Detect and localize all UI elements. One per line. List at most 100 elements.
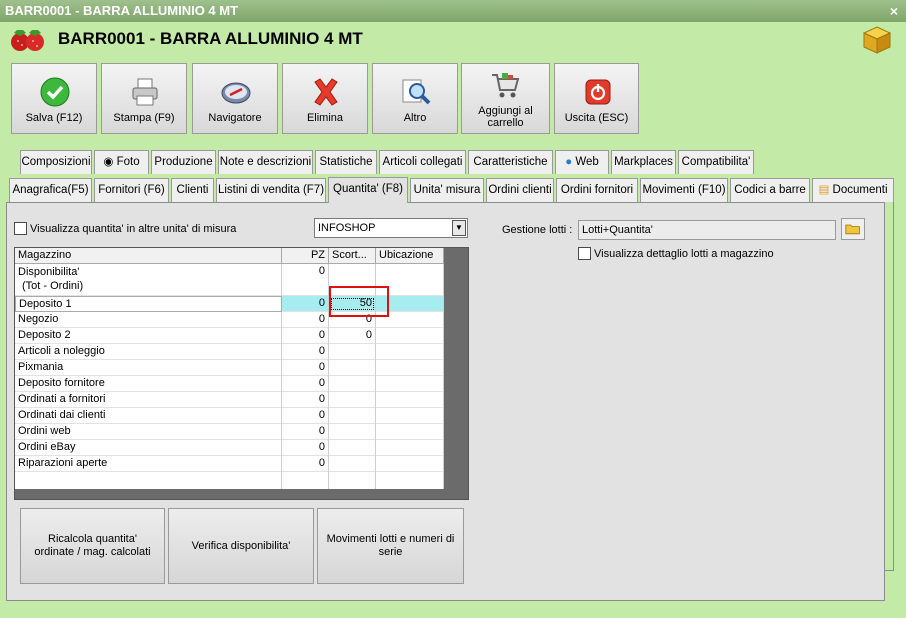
recalc-button[interactable]: Ricalcola quantita' ordinate / mag. calc… — [20, 508, 165, 584]
tab-listini-vendita[interactable]: Listini di vendita (F7) — [216, 178, 326, 202]
navigator-button[interactable]: Navigatore — [192, 63, 278, 134]
row-name: Deposito 2 — [15, 328, 282, 344]
check-icon — [40, 77, 70, 107]
tab-clienti[interactable]: Clienti — [171, 178, 214, 202]
tab-codici-barre[interactable]: Codici a barre — [730, 178, 810, 202]
power-icon — [585, 79, 611, 105]
row-name: Pixmania — [15, 360, 282, 376]
tab-foto[interactable]: ◉ Foto — [94, 150, 149, 174]
row-scorta[interactable] — [329, 408, 376, 424]
tab-markplaces[interactable]: Markplaces — [611, 150, 676, 174]
row-name: Riparazioni aperte — [15, 456, 282, 472]
row-name: Deposito fornitore — [15, 376, 282, 392]
stock-grid-body: Magazzino PZ Scort... Ubicazione Disponi… — [15, 248, 444, 489]
row-ubicazione[interactable] — [376, 360, 444, 376]
tab-quantita[interactable]: Quantita' (F8) — [328, 177, 408, 203]
table-row[interactable]: Articoli a noleggio 0 — [15, 344, 444, 360]
tab-caratteristiche[interactable]: Caratteristiche — [468, 150, 553, 174]
verify-availability-button[interactable]: Verifica disponibilita' — [168, 508, 314, 584]
row-ubicazione[interactable] — [376, 344, 444, 360]
exit-button[interactable]: Uscita (ESC) — [554, 63, 639, 134]
row-name: Ordini web — [15, 424, 282, 440]
col-header-scorta[interactable]: Scort... — [329, 248, 376, 264]
row-ubicazione[interactable] — [376, 424, 444, 440]
row-pz: 0 — [282, 376, 329, 392]
show-other-units-label: Visualizza quantita' in altre unita' di … — [30, 223, 237, 235]
table-row[interactable]: Ordinati dai clienti 0 — [15, 408, 444, 424]
row-name: Articoli a noleggio — [15, 344, 282, 360]
row-scorta[interactable] — [329, 360, 376, 376]
row-ubicazione[interactable] — [376, 440, 444, 456]
tab-unita-misura[interactable]: Unita' misura — [410, 178, 484, 202]
tab-compatibilita[interactable]: Compatibilita' — [678, 150, 754, 174]
magnifier-icon — [402, 79, 431, 105]
row-scorta[interactable] — [329, 424, 376, 440]
col-header-ubicazione[interactable]: Ubicazione — [376, 248, 444, 264]
row-scorta[interactable] — [329, 344, 376, 360]
window-title: BARR0001 - BARRA ALLUMINIO 4 MT — [5, 3, 239, 18]
tab-fornitori[interactable]: Fornitori (F6) — [94, 178, 169, 202]
row-name: Ordinati a fornitori — [15, 392, 282, 408]
table-row[interactable]: Riparazioni aperte 0 — [15, 456, 444, 472]
lot-movements-button[interactable]: Movimenti lotti e numeri di serie — [317, 508, 464, 584]
row-scorta[interactable] — [329, 440, 376, 456]
table-row[interactable]: Ordinati a fornitori 0 — [15, 392, 444, 408]
row-ubicazione[interactable] — [376, 328, 444, 344]
table-row-empty — [15, 472, 444, 489]
row-pz: 0 — [282, 344, 329, 360]
save-button[interactable]: Salva (F12) — [11, 63, 97, 134]
tab-note-descrizioni[interactable]: Note e descrizioni — [218, 150, 313, 174]
row-scorta — [329, 472, 376, 489]
tab-movimenti[interactable]: Movimenti (F10) — [640, 178, 728, 202]
tab-web[interactable]: ● Web — [555, 150, 609, 174]
row-pz: 0 — [282, 408, 329, 424]
tab-statistiche[interactable]: Statistiche — [315, 150, 377, 174]
print-button[interactable]: Stampa (F9) — [101, 63, 187, 134]
print-button-label: Stampa (F9) — [113, 112, 175, 124]
row-name-line2: (Tot - Ordini) — [22, 280, 84, 292]
table-row[interactable]: Deposito fornitore 0 — [15, 376, 444, 392]
delete-button[interactable]: Elimina — [282, 63, 368, 134]
table-row[interactable]: Pixmania 0 — [15, 360, 444, 376]
row-pz: 0 — [282, 312, 329, 328]
row-name: Disponibilita' (Tot - Ordini) — [15, 264, 282, 296]
row-pz: 0 — [282, 328, 329, 344]
other-button[interactable]: Altro — [372, 63, 458, 134]
tab-ordini-clienti[interactable]: Ordini clienti — [486, 178, 554, 202]
row-scorta[interactable] — [329, 392, 376, 408]
table-row[interactable]: Deposito 2 0 0 — [15, 328, 444, 344]
tab-ordini-fornitori[interactable]: Ordini fornitori — [556, 178, 638, 202]
cube-icon[interactable] — [862, 25, 892, 55]
row-ubicazione[interactable] — [376, 392, 444, 408]
store-select[interactable]: INFOSHOP ▼ — [314, 218, 468, 238]
row-ubicazione[interactable] — [376, 456, 444, 472]
show-lot-detail-label: Visualizza dettaglio lotti a magazzino — [594, 248, 774, 260]
tab-web-label: Web — [575, 156, 599, 168]
tab-composizioni[interactable]: Composizioni — [20, 150, 92, 174]
row-scorta[interactable] — [329, 456, 376, 472]
show-other-units-checkbox[interactable] — [14, 222, 27, 235]
table-row[interactable]: Ordini eBay 0 — [15, 440, 444, 456]
table-row[interactable]: Ordini web 0 — [15, 424, 444, 440]
globe-icon: ● — [565, 156, 576, 168]
show-lot-detail-checkbox[interactable] — [578, 247, 591, 260]
stock-grid[interactable]: Magazzino PZ Scort... Ubicazione Disponi… — [14, 247, 469, 500]
chevron-down-icon[interactable]: ▼ — [452, 220, 466, 236]
record-header: BARR0001 - BARRA ALLUMINIO 4 MT — [0, 22, 906, 58]
row-scorta[interactable]: 0 — [329, 328, 376, 344]
tab-documenti[interactable]: ▤ Documenti — [812, 178, 894, 202]
col-header-magazzino[interactable]: Magazzino — [15, 248, 282, 264]
browse-button[interactable] — [841, 218, 865, 240]
tab-anagrafica[interactable]: Anagrafica(F5) — [9, 178, 92, 202]
tab-foto-label: Foto — [116, 156, 140, 168]
col-header-pz[interactable]: PZ — [282, 248, 329, 264]
row-ubicazione[interactable] — [376, 376, 444, 392]
row-scorta[interactable] — [329, 376, 376, 392]
tab-articoli-collegati[interactable]: Articoli collegati — [379, 150, 466, 174]
tab-produzione[interactable]: Produzione — [151, 150, 216, 174]
save-button-label: Salva (F12) — [25, 112, 83, 124]
add-to-cart-button[interactable]: Aggiungi al carrello — [461, 63, 550, 134]
close-icon[interactable]: × — [890, 0, 898, 22]
lot-management-field[interactable]: Lotti+Quantita' — [578, 220, 836, 240]
row-ubicazione[interactable] — [376, 408, 444, 424]
